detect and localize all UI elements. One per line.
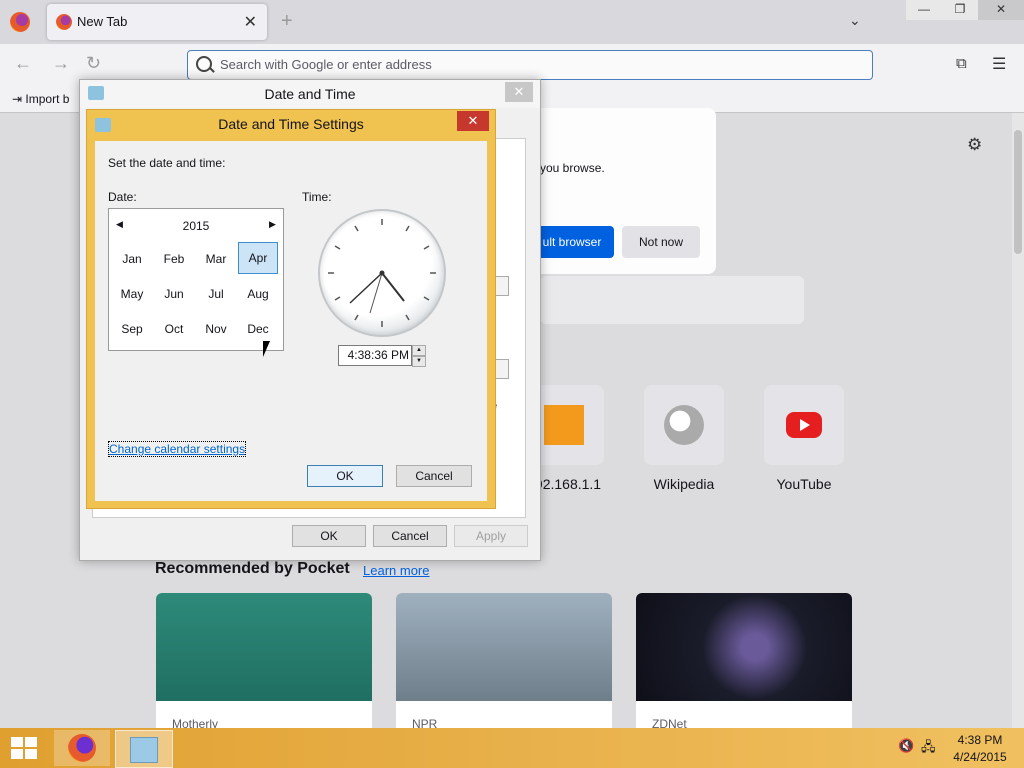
pocket-card[interactable]: ZDNet [636, 593, 852, 733]
date-time-icon [130, 737, 158, 763]
tab-strip: New Tab ✕ + ⌄ — ❐ ✕ [0, 0, 1024, 44]
analog-clock [318, 209, 446, 337]
apply-button[interactable]: Apply [454, 525, 528, 547]
learn-more-link[interactable]: Learn more [363, 563, 429, 578]
reload-icon[interactable]: ↻ [86, 53, 101, 74]
date-time-settings-dialog: Date and Time Settings ✕ Set the date an… [86, 109, 496, 509]
card-image [396, 593, 612, 701]
wikipedia-icon [664, 405, 704, 445]
time-field[interactable]: 4:38:36 PM [338, 345, 412, 366]
calendar: ◀ 2015 ▶ Jan Feb Mar Apr May Jun Jul Aug… [108, 208, 284, 351]
pocket-card[interactable]: Motherly [156, 593, 372, 733]
close-dialog-button[interactable]: ✕ [505, 82, 533, 102]
firefox-icon [68, 734, 96, 762]
scrollbar-thumb[interactable] [1014, 130, 1022, 254]
ok-button[interactable]: OK [292, 525, 366, 547]
close-settings-button[interactable]: ✕ [457, 111, 489, 131]
close-window-icon[interactable]: ✕ [978, 0, 1024, 20]
extensions-icon[interactable]: ⧉ [956, 55, 967, 72]
newtab-search-box[interactable] [540, 276, 804, 324]
shortcut-wikipedia[interactable] [644, 385, 724, 465]
restore-icon[interactable]: ❐ [942, 0, 978, 20]
month-feb[interactable]: Feb [154, 243, 194, 275]
spin-up-icon[interactable]: ▲ [412, 345, 426, 356]
firefox-icon [56, 14, 72, 30]
month-nov[interactable]: Nov [196, 313, 236, 345]
month-jan[interactable]: Jan [112, 243, 152, 275]
tab-label: New Tab [77, 14, 128, 29]
new-tab-icon[interactable]: + [281, 10, 293, 33]
address-bar[interactable]: Search with Google or enter address [187, 50, 873, 80]
import-bookmarks-link[interactable]: ⇥ Import b [12, 92, 69, 106]
volume-muted-icon[interactable]: 🔇 [898, 738, 914, 754]
card-image [156, 593, 372, 701]
month-mar[interactable]: Mar [196, 243, 236, 275]
menu-icon[interactable]: ☰ [992, 54, 1006, 74]
address-placeholder: Search with Google or enter address [220, 57, 432, 72]
dialog-titlebar[interactable]: Date and Time ✕ [80, 80, 540, 108]
forward-icon[interactable]: → [52, 53, 70, 74]
month-may[interactable]: May [112, 278, 152, 310]
firefox-view-icon[interactable] [10, 12, 30, 32]
change-calendar-settings-link[interactable]: Change calendar settings [108, 441, 247, 457]
import-bookmarks-label: Import b [25, 92, 70, 106]
shortcut-label: YouTube [776, 476, 832, 492]
dialog-title: Date and Time [264, 86, 356, 102]
month-jun[interactable]: Jun [154, 278, 194, 310]
pocket-heading: Recommended by Pocket [155, 560, 350, 577]
settings-ok-button[interactable]: OK [307, 465, 383, 487]
settings-prompt: Set the date and time: [108, 156, 226, 170]
windows-start-icon[interactable] [11, 737, 37, 759]
month-apr[interactable]: Apr [238, 242, 278, 274]
mouse-cursor-icon [263, 341, 270, 357]
router-icon [544, 405, 584, 445]
list-tabs-icon[interactable]: ⌄ [849, 12, 861, 29]
back-icon[interactable]: ← [14, 53, 32, 74]
calendar-year[interactable]: 2015 [109, 219, 283, 233]
clock-face-icon [328, 219, 436, 327]
not-now-button[interactable]: Not now [622, 226, 700, 258]
taskbar-firefox[interactable] [54, 730, 110, 766]
network-icon[interactable]: 🖧 [921, 738, 936, 760]
month-jul[interactable]: Jul [196, 278, 236, 310]
month-sep[interactable]: Sep [112, 313, 152, 345]
youtube-icon [786, 412, 822, 438]
month-dec[interactable]: Dec [238, 313, 278, 345]
cancel-button[interactable]: Cancel [373, 525, 447, 547]
next-year-icon[interactable]: ▶ [269, 219, 276, 230]
settings-title: Date and Time Settings [218, 116, 364, 132]
time-spinner[interactable]: ▲ ▼ [412, 345, 426, 367]
tab-new-tab[interactable]: New Tab ✕ [47, 4, 267, 40]
time-label: Time: [302, 190, 332, 204]
search-icon [196, 56, 212, 72]
month-oct[interactable]: Oct [154, 313, 194, 345]
taskbar-time[interactable]: 4:38 PM [955, 733, 1005, 747]
shortcut-youtube[interactable] [764, 385, 844, 465]
taskbar-date-time[interactable] [115, 730, 173, 768]
taskbar: 🔇 🖧 4:38 PM 4/24/2015 [0, 728, 1024, 768]
card-image [636, 593, 852, 701]
gear-icon[interactable]: ⚙ [967, 135, 982, 155]
default-browser-message: you browse. [540, 161, 605, 175]
pocket-card[interactable]: NPR [396, 593, 612, 733]
close-tab-icon[interactable]: ✕ [244, 12, 257, 32]
date-label: Date: [108, 190, 137, 204]
taskbar-date[interactable]: 4/24/2015 [951, 750, 1009, 764]
month-aug[interactable]: Aug [238, 278, 278, 310]
window-controls: — ❐ ✕ [906, 0, 1024, 20]
settings-cancel-button[interactable]: Cancel [396, 465, 472, 487]
shortcut-label: Wikipedia [653, 476, 715, 492]
make-default-button[interactable]: ult browser [530, 226, 614, 258]
spin-down-icon[interactable]: ▼ [412, 356, 426, 367]
settings-body: Set the date and time: Date: Time: ◀ 201… [95, 141, 487, 501]
minimize-icon[interactable]: — [906, 0, 942, 20]
